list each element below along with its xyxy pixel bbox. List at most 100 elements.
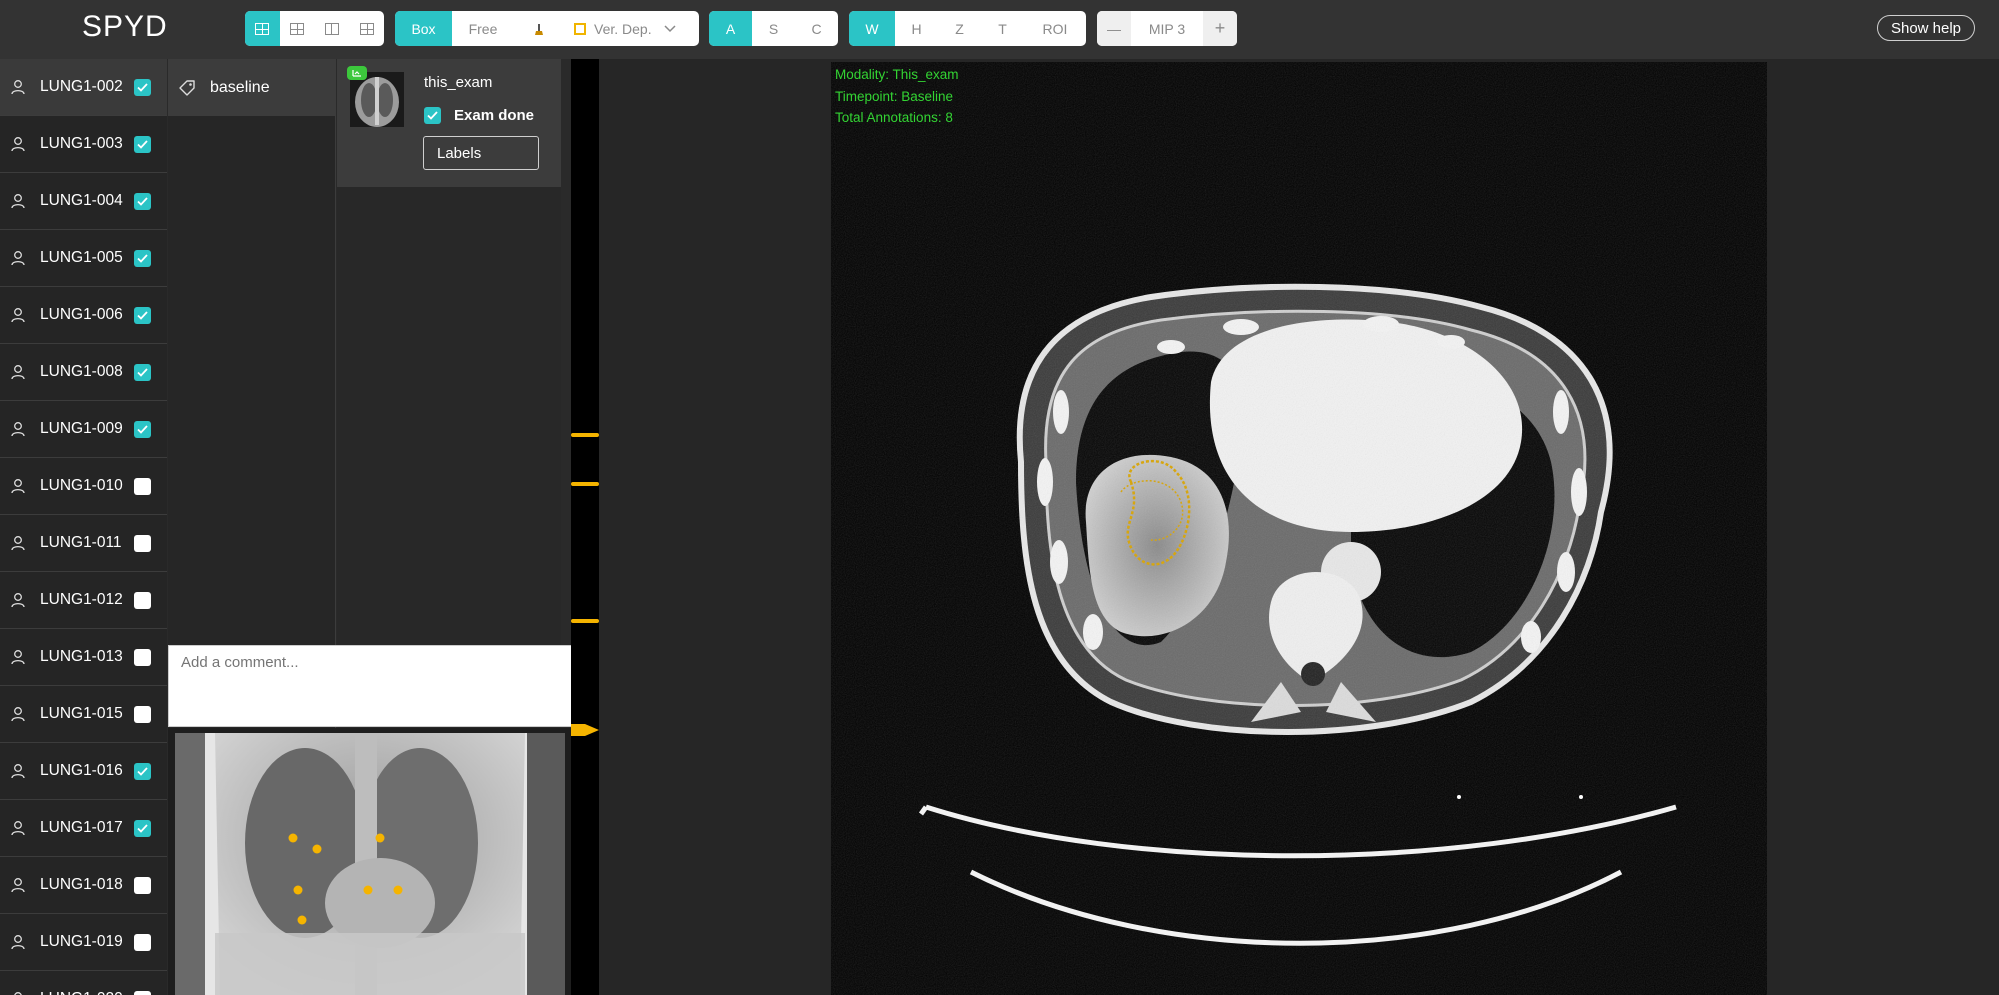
patient-row[interactable]: LUNG1-012: [0, 572, 167, 629]
exam-name: this_exam: [424, 74, 493, 91]
annotation-marker: [363, 885, 373, 895]
layout-2x2-alt-button[interactable]: [349, 11, 384, 46]
mip-increase-button[interactable]: +: [1203, 11, 1237, 46]
patient-done-checkbox[interactable]: [134, 648, 151, 666]
labels-button[interactable]: Labels: [423, 136, 539, 170]
patient-done-checkbox[interactable]: [134, 762, 151, 780]
overlay-annotation-count: Total Annotations: 8: [835, 110, 953, 125]
coronal-button[interactable]: C: [795, 11, 838, 46]
patient-done-checkbox[interactable]: [134, 78, 151, 96]
patient-row[interactable]: LUNG1-010: [0, 458, 167, 515]
patient-id: LUNG1-010: [40, 477, 123, 494]
user-icon: [11, 764, 25, 779]
user-icon: [11, 650, 25, 665]
annotation-slice-mark[interactable]: [571, 433, 599, 437]
patient-done-checkbox[interactable]: [134, 249, 151, 267]
annotation-marker: [297, 915, 307, 925]
patient-row[interactable]: LUNG1-015: [0, 686, 167, 743]
exam-done-checkbox[interactable]: Exam done: [424, 107, 534, 124]
patient-done-checkbox[interactable]: [134, 990, 151, 995]
layout-1x1-icon: [255, 22, 270, 35]
patient-done-checkbox[interactable]: [134, 819, 151, 837]
brush-tool-button[interactable]: [514, 11, 564, 46]
patient-done-checkbox[interactable]: [134, 591, 151, 609]
slice-slider[interactable]: [571, 59, 599, 995]
patient-row[interactable]: LUNG1-002: [0, 59, 167, 116]
user-icon: [14, 992, 22, 995]
patient-row[interactable]: LUNG1-013: [0, 629, 167, 686]
annotation-slice-mark[interactable]: [571, 482, 599, 486]
layout-1x3-button[interactable]: [315, 11, 350, 46]
exam-done-label: Exam done: [454, 107, 535, 124]
axial-button[interactable]: A: [709, 11, 752, 46]
exam-card[interactable]: this_exam Exam done Labels: [337, 59, 561, 187]
patient-row[interactable]: LUNG1-019: [0, 914, 167, 971]
layout-2x2-button[interactable]: [280, 11, 315, 46]
sagittal-button[interactable]: S: [752, 11, 795, 46]
chart-badge-icon: [347, 66, 367, 80]
layout-1x3-icon: [324, 22, 339, 35]
patient-row[interactable]: LUNG1-004: [0, 173, 167, 230]
layout-1x1-button[interactable]: [245, 11, 280, 46]
user-icon: [11, 137, 25, 152]
overlay-timepoint: Timepoint: Baseline: [835, 88, 954, 104]
user-icon: [11, 251, 25, 266]
patient-id: LUNG1-004: [40, 192, 123, 209]
scout-xray-image[interactable]: [175, 733, 565, 995]
annotation-slice-mark[interactable]: [571, 619, 599, 623]
user-icon: [11, 308, 25, 323]
annotation-marker: [288, 833, 298, 843]
mip-control: — MIP 3 +: [1097, 11, 1237, 46]
patient-row[interactable]: LUNG1-006: [0, 287, 167, 344]
patient-id: LUNG1-020: [40, 990, 134, 995]
patient-row[interactable]: LUNG1-005: [0, 230, 167, 287]
threshold-button[interactable]: T: [981, 11, 1024, 46]
exam-thumbnail[interactable]: [350, 72, 404, 127]
zoom-button[interactable]: Z: [938, 11, 981, 46]
timepoint-item-baseline[interactable]: baseline: [168, 59, 335, 116]
tag-icon: [179, 79, 195, 96]
ct-axial-image[interactable]: [831, 62, 1767, 995]
user-icon: [11, 536, 25, 551]
comment-input[interactable]: [168, 645, 572, 727]
layout-2x2-icon: [290, 22, 305, 35]
patient-row[interactable]: LUNG1-009: [0, 401, 167, 458]
patient-row[interactable]: LUNG1-016: [0, 743, 167, 800]
patient-done-checkbox[interactable]: [134, 135, 151, 153]
vertical-dependency-select[interactable]: Ver. Dep.: [564, 11, 699, 46]
patient-done-checkbox[interactable]: [134, 363, 151, 381]
show-help-button[interactable]: Show help: [1877, 15, 1975, 41]
patient-done-checkbox[interactable]: [134, 306, 151, 324]
patient-done-checkbox[interactable]: [134, 705, 151, 723]
patient-done-checkbox[interactable]: [134, 477, 151, 495]
current-slice-pointer-icon[interactable]: [571, 723, 599, 737]
patient-done-checkbox[interactable]: [134, 933, 151, 951]
patient-row[interactable]: LUNG1-008: [0, 344, 167, 401]
patient-row[interactable]: LUNG1-011: [0, 515, 167, 572]
annotation-marker: [393, 885, 403, 895]
patient-row[interactable]: LUNG1-017: [0, 800, 167, 857]
square-outline-icon: [574, 22, 586, 35]
box-tool-button[interactable]: Box: [395, 11, 452, 46]
patient-done-checkbox[interactable]: [134, 876, 151, 894]
top-toolbar: SPYD Box Free Ver. Dep. A S C W H Z T RO…: [0, 0, 1999, 59]
patient-id: LUNG1-009: [40, 420, 123, 437]
patient-done-checkbox[interactable]: [134, 534, 151, 552]
patient-row[interactable]: LUNG1-003: [0, 116, 167, 173]
user-icon: [11, 194, 25, 209]
roi-button[interactable]: ROI: [1024, 11, 1086, 46]
user-icon: [11, 422, 25, 437]
view-tool-group: W H Z T ROI: [849, 11, 1086, 46]
patient-row[interactable]: LUNG1-020: [0, 971, 167, 995]
mip-decrease-button[interactable]: —: [1097, 11, 1131, 46]
hand-button[interactable]: H: [895, 11, 938, 46]
patient-done-checkbox[interactable]: [134, 420, 151, 438]
patient-id: LUNG1-012: [40, 591, 123, 608]
free-tool-button[interactable]: Free: [452, 11, 514, 46]
mip-value: MIP 3: [1148, 20, 1186, 37]
image-overlay-info: Modality: This_exam Timepoint: Baseline …: [835, 64, 959, 129]
patient-row[interactable]: LUNG1-018: [0, 857, 167, 914]
patient-id: LUNG1-015: [40, 705, 123, 722]
window-button[interactable]: W: [849, 11, 895, 46]
patient-done-checkbox[interactable]: [134, 192, 151, 210]
